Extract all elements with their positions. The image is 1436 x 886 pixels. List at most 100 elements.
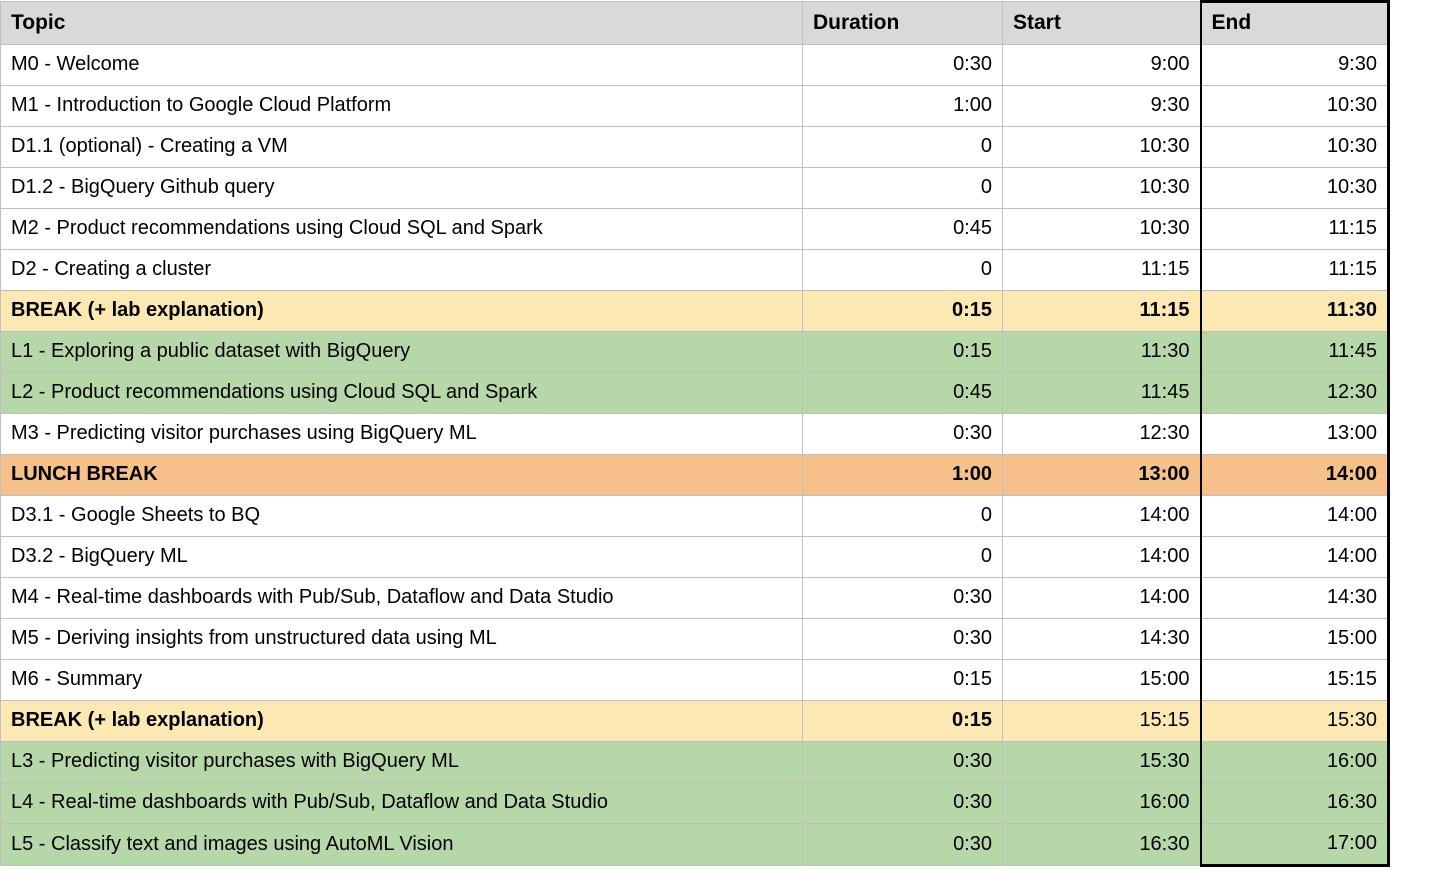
cell-topic[interactable]: D3.2 - BigQuery ML [1, 537, 803, 578]
cell-topic[interactable]: BREAK (+ lab explanation) [1, 701, 803, 742]
cell-start[interactable]: 9:00 [1003, 45, 1201, 86]
cell-topic[interactable]: L4 - Real-time dashboards with Pub/Sub, … [1, 783, 803, 824]
cell-start[interactable]: 11:15 [1003, 250, 1201, 291]
cell-duration[interactable]: 0:45 [803, 373, 1003, 414]
cell-end[interactable]: 10:30 [1201, 168, 1389, 209]
cell-end[interactable]: 16:00 [1201, 742, 1389, 783]
cell-start[interactable]: 14:30 [1003, 619, 1201, 660]
cell-duration[interactable]: 0 [803, 250, 1003, 291]
cell-start[interactable]: 14:00 [1003, 537, 1201, 578]
cell-duration[interactable]: 0:30 [803, 824, 1003, 866]
table-row[interactable]: M5 - Deriving insights from unstructured… [1, 619, 1389, 660]
table-row[interactable]: M2 - Product recommendations using Cloud… [1, 209, 1389, 250]
cell-duration[interactable]: 0 [803, 127, 1003, 168]
cell-duration[interactable]: 0:30 [803, 619, 1003, 660]
cell-topic[interactable]: D1.2 - BigQuery Github query [1, 168, 803, 209]
cell-duration[interactable]: 0:30 [803, 414, 1003, 455]
cell-start[interactable]: 13:00 [1003, 455, 1201, 496]
cell-start[interactable]: 9:30 [1003, 86, 1201, 127]
cell-topic[interactable]: D3.1 - Google Sheets to BQ [1, 496, 803, 537]
cell-end[interactable]: 14:00 [1201, 537, 1389, 578]
cell-start[interactable]: 11:45 [1003, 373, 1201, 414]
cell-start[interactable]: 11:15 [1003, 291, 1201, 332]
cell-start[interactable]: 15:15 [1003, 701, 1201, 742]
cell-topic[interactable]: LUNCH BREAK [1, 455, 803, 496]
cell-duration[interactable]: 0:30 [803, 783, 1003, 824]
cell-end[interactable]: 16:30 [1201, 783, 1389, 824]
cell-start[interactable]: 15:00 [1003, 660, 1201, 701]
cell-duration[interactable]: 0:15 [803, 291, 1003, 332]
cell-end[interactable]: 10:30 [1201, 127, 1389, 168]
cell-topic[interactable]: BREAK (+ lab explanation) [1, 291, 803, 332]
cell-end[interactable]: 15:15 [1201, 660, 1389, 701]
cell-duration[interactable]: 0:15 [803, 660, 1003, 701]
cell-duration[interactable]: 0:15 [803, 332, 1003, 373]
cell-duration[interactable]: 0 [803, 496, 1003, 537]
cell-duration[interactable]: 0:30 [803, 742, 1003, 783]
cell-start[interactable]: 10:30 [1003, 168, 1201, 209]
cell-topic[interactable]: M6 - Summary [1, 660, 803, 701]
table-row[interactable]: D3.2 - BigQuery ML014:0014:00 [1, 537, 1389, 578]
table-row[interactable]: M4 - Real-time dashboards with Pub/Sub, … [1, 578, 1389, 619]
table-row[interactable]: M3 - Predicting visitor purchases using … [1, 414, 1389, 455]
table-row[interactable]: D2 - Creating a cluster011:1511:15 [1, 250, 1389, 291]
table-row[interactable]: L2 - Product recommendations using Cloud… [1, 373, 1389, 414]
cell-end[interactable]: 11:15 [1201, 250, 1389, 291]
cell-end[interactable]: 10:30 [1201, 86, 1389, 127]
table-row[interactable]: M1 - Introduction to Google Cloud Platfo… [1, 86, 1389, 127]
cell-topic[interactable]: D1.1 (optional) - Creating a VM [1, 127, 803, 168]
table-row[interactable]: D1.1 (optional) - Creating a VM010:3010:… [1, 127, 1389, 168]
cell-end[interactable]: 11:45 [1201, 332, 1389, 373]
cell-topic[interactable]: M4 - Real-time dashboards with Pub/Sub, … [1, 578, 803, 619]
cell-start[interactable]: 15:30 [1003, 742, 1201, 783]
table-row[interactable]: D3.1 - Google Sheets to BQ014:0014:00 [1, 496, 1389, 537]
cell-start[interactable]: 10:30 [1003, 127, 1201, 168]
cell-duration[interactable]: 0:30 [803, 578, 1003, 619]
cell-end[interactable]: 17:00 [1201, 824, 1389, 866]
table-row[interactable]: L5 - Classify text and images using Auto… [1, 824, 1389, 866]
cell-duration[interactable]: 1:00 [803, 86, 1003, 127]
cell-topic[interactable]: M1 - Introduction to Google Cloud Platfo… [1, 86, 803, 127]
cell-duration[interactable]: 0 [803, 168, 1003, 209]
cell-topic[interactable]: D2 - Creating a cluster [1, 250, 803, 291]
table-row[interactable]: LUNCH BREAK1:0013:0014:00 [1, 455, 1389, 496]
cell-end[interactable]: 12:30 [1201, 373, 1389, 414]
table-row[interactable]: L3 - Predicting visitor purchases with B… [1, 742, 1389, 783]
cell-end[interactable]: 11:15 [1201, 209, 1389, 250]
cell-start[interactable]: 16:00 [1003, 783, 1201, 824]
cell-topic[interactable]: M5 - Deriving insights from unstructured… [1, 619, 803, 660]
cell-end[interactable]: 14:00 [1201, 455, 1389, 496]
cell-end[interactable]: 9:30 [1201, 45, 1389, 86]
cell-duration[interactable]: 0:15 [803, 701, 1003, 742]
cell-topic[interactable]: M3 - Predicting visitor purchases using … [1, 414, 803, 455]
table-row[interactable]: L4 - Real-time dashboards with Pub/Sub, … [1, 783, 1389, 824]
table-row[interactable]: L1 - Exploring a public dataset with Big… [1, 332, 1389, 373]
cell-topic[interactable]: L2 - Product recommendations using Cloud… [1, 373, 803, 414]
cell-start[interactable]: 10:30 [1003, 209, 1201, 250]
cell-topic[interactable]: M0 - Welcome [1, 45, 803, 86]
cell-end[interactable]: 15:00 [1201, 619, 1389, 660]
cell-topic[interactable]: M2 - Product recommendations using Cloud… [1, 209, 803, 250]
table-row[interactable]: M0 - Welcome0:309:009:30 [1, 45, 1389, 86]
cell-duration[interactable]: 0 [803, 537, 1003, 578]
cell-end[interactable]: 14:00 [1201, 496, 1389, 537]
table-row[interactable]: D1.2 - BigQuery Github query010:3010:30 [1, 168, 1389, 209]
table-row[interactable]: BREAK (+ lab explanation)0:1515:1515:30 [1, 701, 1389, 742]
cell-topic[interactable]: L3 - Predicting visitor purchases with B… [1, 742, 803, 783]
cell-start[interactable]: 14:00 [1003, 496, 1201, 537]
table-row[interactable]: M6 - Summary0:1515:0015:15 [1, 660, 1389, 701]
table-row[interactable]: BREAK (+ lab explanation)0:1511:1511:30 [1, 291, 1389, 332]
cell-start[interactable]: 12:30 [1003, 414, 1201, 455]
cell-duration[interactable]: 0:30 [803, 45, 1003, 86]
cell-end[interactable]: 15:30 [1201, 701, 1389, 742]
cell-end[interactable]: 11:30 [1201, 291, 1389, 332]
cell-end[interactable]: 13:00 [1201, 414, 1389, 455]
cell-start[interactable]: 11:30 [1003, 332, 1201, 373]
cell-topic[interactable]: L5 - Classify text and images using Auto… [1, 824, 803, 866]
cell-duration[interactable]: 0:45 [803, 209, 1003, 250]
cell-start[interactable]: 14:00 [1003, 578, 1201, 619]
cell-topic[interactable]: L1 - Exploring a public dataset with Big… [1, 332, 803, 373]
cell-end[interactable]: 14:30 [1201, 578, 1389, 619]
cell-duration[interactable]: 1:00 [803, 455, 1003, 496]
cell-start[interactable]: 16:30 [1003, 824, 1201, 866]
